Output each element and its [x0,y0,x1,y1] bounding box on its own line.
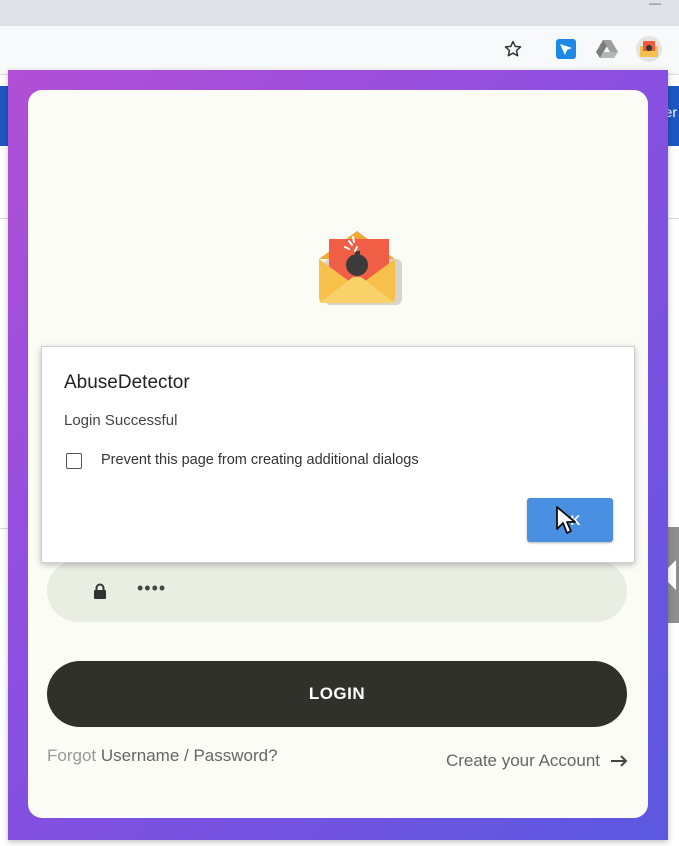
star-icon[interactable] [500,36,526,62]
create-account-label[interactable]: Create your Account [446,751,600,771]
forgot-credentials: Forgot Username / Password? [47,746,278,766]
dialog-title: AbuseDetector [64,372,190,393]
prevent-dialogs-label[interactable]: Prevent this page from creating addition… [101,452,419,468]
abusedetector-extension-icon[interactable] [636,36,662,62]
arrow-right-icon [611,755,628,767]
lock-icon [94,583,106,599]
create-account-link[interactable]: Create your Account [446,751,628,771]
alert-dialog: AbuseDetector Login Successful Prevent t… [41,346,635,563]
send-extension-icon[interactable] [553,36,579,62]
browser-titlebar: — [0,0,679,26]
dialog-message: Login Successful [64,412,178,429]
login-button[interactable]: LOGIN [47,661,627,727]
mouse-cursor-icon [556,506,576,534]
prevent-dialogs-checkbox[interactable] [66,453,82,469]
minimize-icon[interactable]: — [649,0,661,9]
password-field[interactable]: •••• [47,560,627,622]
password-value: •••• [137,578,167,598]
forgot-prefix: Forgot [47,746,97,765]
envelope-bomb-icon [319,231,402,305]
forgot-link[interactable]: Username / Password? [101,746,278,765]
google-drive-icon[interactable] [594,36,620,62]
browser-toolbar [0,26,679,75]
